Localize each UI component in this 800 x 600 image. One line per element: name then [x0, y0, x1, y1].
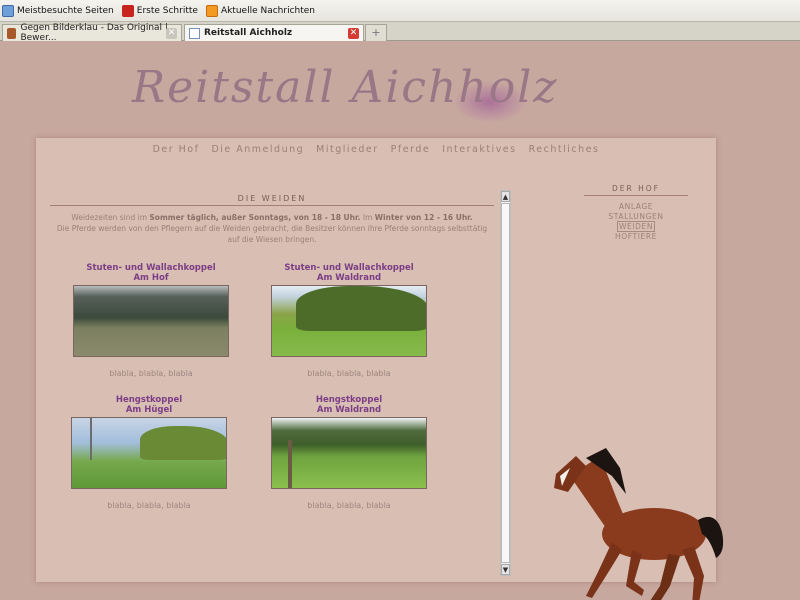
- nav-rechtliches[interactable]: Rechtliches: [529, 144, 600, 155]
- sidebar-title: DER HOF: [584, 184, 688, 196]
- pasture-card: Hengstkoppel Am Hügel blabla, blabla, bl…: [70, 395, 228, 510]
- winter-hours: Winter von 12 - 16 Uhr.: [374, 213, 473, 222]
- card-title: Hengstkoppel: [115, 395, 183, 405]
- intro-text: Weidezeiten sind im Sommer täglich, auße…: [50, 212, 494, 245]
- sidebar-item-label: ANLAGE: [618, 202, 654, 211]
- close-icon[interactable]: ✕: [166, 28, 177, 39]
- bookmark-latest-news[interactable]: Aktuelle Nachrichten: [205, 4, 315, 17]
- nav-interaktives[interactable]: Interaktives: [442, 144, 516, 155]
- pasture-card: Stuten- und Wallachkoppel Am Hof blabla,…: [72, 263, 230, 378]
- intro-part: Weidezeiten sind im: [71, 213, 150, 222]
- scroll-down-icon[interactable]: ▼: [501, 564, 510, 575]
- card-description: blabla, blabla, blabla: [307, 369, 391, 378]
- web-page: Reitstall Aichholz Der Hof Die Anmeldung…: [0, 42, 800, 600]
- horse-image: [554, 448, 724, 600]
- sidebar-item-anlage[interactable]: ANLAGE: [584, 202, 688, 212]
- main-column: DIE WEIDEN Weidezeiten sind im Sommer tä…: [50, 194, 494, 523]
- favicon-icon: [7, 27, 17, 39]
- pasture-photo[interactable]: [71, 417, 227, 489]
- bookmarks-toolbar: Meistbesuchte Seiten Erste Schritte Aktu…: [0, 0, 800, 22]
- sidebar-item-label: WEIDEN: [616, 221, 656, 232]
- nav-pferde[interactable]: Pferde: [391, 144, 431, 155]
- intro-part: Die Pferde werden von den Pflegern auf d…: [56, 224, 488, 244]
- nav-mitglieder[interactable]: Mitglieder: [316, 144, 379, 155]
- card-title: Stuten- und Wallachkoppel: [284, 263, 414, 273]
- card-title: Stuten- und Wallachkoppel: [86, 263, 216, 273]
- bookmark-label: Aktuelle Nachrichten: [220, 5, 315, 16]
- card-subtitle: Am Hof: [133, 273, 169, 283]
- tab-gegen-bilderklau[interactable]: Gegen Bilderklau - Das Original | Bewer.…: [2, 23, 182, 43]
- scroll-up-icon[interactable]: ▲: [501, 191, 510, 202]
- bookmark-label: Erste Schritte: [136, 5, 198, 16]
- pasture-card: Hengstkoppel Am Waldrand blabla, blabla,…: [270, 395, 428, 510]
- tab-bar: Gegen Bilderklau - Das Original | Bewer.…: [0, 22, 800, 43]
- sidebar: DER HOF ANLAGE STALLUNGEN WEIDEN HOFTIER…: [584, 184, 688, 242]
- bookmark-getting-started[interactable]: Erste Schritte: [121, 4, 198, 17]
- card-description: blabla, blabla, blabla: [109, 369, 193, 378]
- card-title: Hengstkoppel: [315, 395, 383, 405]
- close-icon[interactable]: ✕: [348, 28, 359, 39]
- bookmark-label: Meistbesuchte Seiten: [17, 5, 114, 16]
- card-subtitle: Am Waldrand: [316, 273, 382, 283]
- nav-die-anmeldung[interactable]: Die Anmeldung: [211, 144, 304, 155]
- tab-label: Reitstall Aichholz: [204, 28, 293, 38]
- content-scrollbar[interactable]: ▲ ▼: [500, 190, 511, 576]
- card-description: blabla, blabla, blabla: [107, 501, 191, 510]
- document-icon: [189, 27, 200, 39]
- sidebar-item-label: HOFTIERE: [614, 232, 657, 241]
- sidebar-item-hoftiere[interactable]: HOFTIERE: [584, 232, 688, 242]
- section-title: DIE WEIDEN: [50, 194, 494, 206]
- sidebar-item-weiden[interactable]: WEIDEN: [584, 221, 688, 232]
- rss-icon: [205, 4, 218, 17]
- tab-reitstall-aichholz[interactable]: Reitstall Aichholz ✕: [184, 24, 364, 41]
- page-icon: [2, 4, 14, 17]
- nav-der-hof[interactable]: Der Hof: [153, 144, 200, 155]
- scroll-thumb[interactable]: [501, 203, 510, 563]
- site-logo[interactable]: Reitstall Aichholz: [132, 62, 558, 113]
- bookmark-most-visited[interactable]: Meistbesuchte Seiten: [2, 4, 114, 17]
- pasture-photo[interactable]: [73, 285, 229, 357]
- sidebar-menu: ANLAGE STALLUNGEN WEIDEN HOFTIERE: [584, 202, 688, 242]
- card-subtitle: Am Waldrand: [316, 405, 382, 415]
- card-subtitle: Am Hügel: [125, 405, 173, 415]
- intro-part: Im: [360, 213, 375, 222]
- pasture-photo[interactable]: [271, 285, 427, 357]
- card-description: blabla, blabla, blabla: [307, 501, 391, 510]
- pasture-grid: Stuten- und Wallachkoppel Am Hof blabla,…: [50, 263, 494, 523]
- tab-label: Gegen Bilderklau - Das Original | Bewer.…: [20, 23, 168, 43]
- pasture-card: Stuten- und Wallachkoppel Am Waldrand bl…: [270, 263, 428, 378]
- pasture-photo[interactable]: [271, 417, 427, 489]
- sidebar-item-label: STALLUNGEN: [608, 212, 664, 221]
- main-navigation: Der Hof Die Anmeldung Mitglieder Pferde …: [36, 144, 716, 155]
- new-tab-button[interactable]: +: [365, 24, 387, 41]
- summer-hours: Sommer täglich, außer Sonntags, von 18 -…: [149, 213, 361, 222]
- red-bird-icon: [121, 4, 134, 17]
